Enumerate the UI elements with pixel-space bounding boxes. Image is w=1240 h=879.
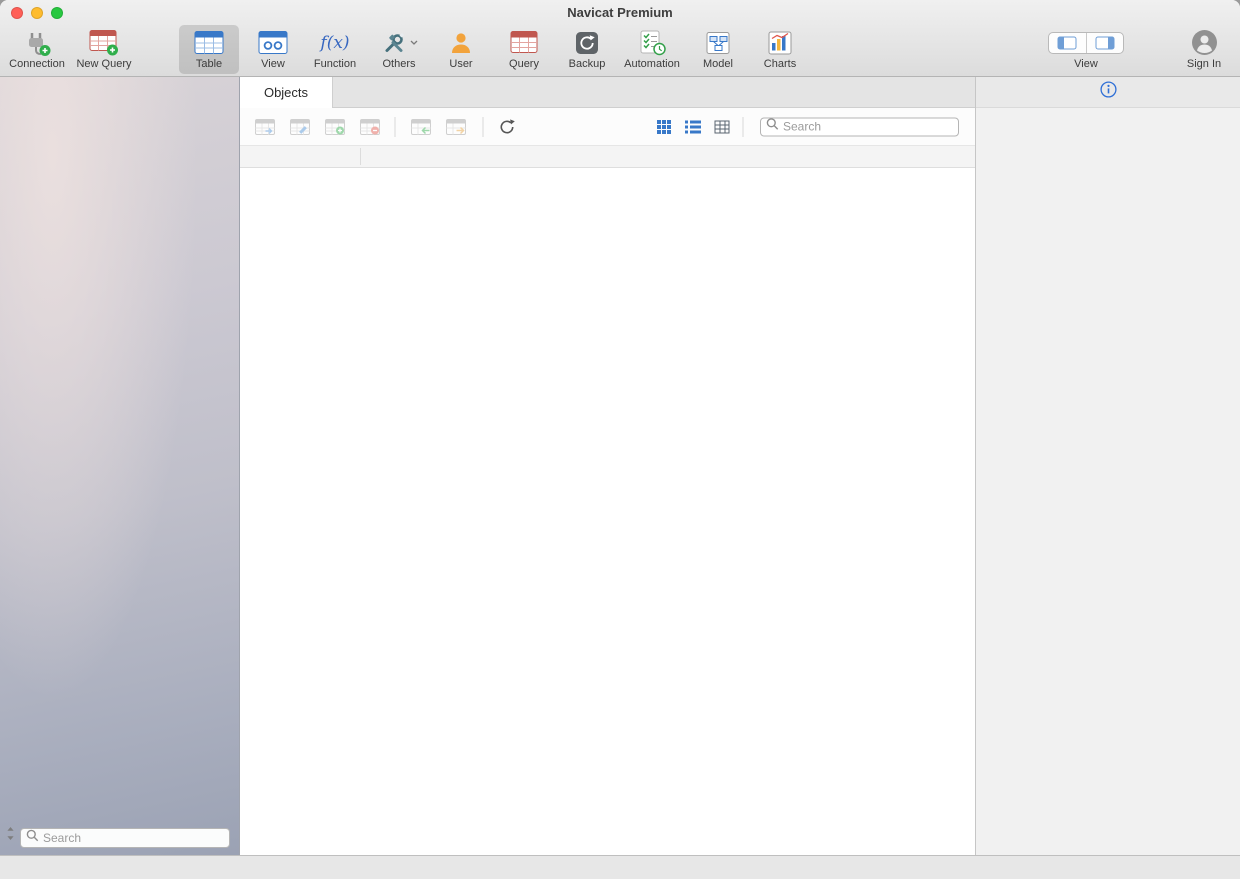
toolbar-item-new-query[interactable]: New Query (71, 25, 137, 74)
view-segmented-control (1048, 31, 1124, 54)
toolbar-item-charts[interactable]: Charts (752, 25, 808, 74)
design-table-icon (290, 118, 310, 135)
icon-view-button[interactable] (657, 119, 671, 134)
objects-search (760, 117, 959, 136)
export-wizard-icon (446, 118, 466, 135)
toolbar-item-backup[interactable]: Backup (559, 25, 615, 74)
column-divider (360, 148, 361, 165)
connection-icon (22, 28, 52, 57)
toolbar-item-label: Connection (9, 58, 65, 70)
chevron-down-icon (410, 40, 417, 45)
navicat-window: Navicat Premium Connection New Query Tab… (0, 0, 1240, 879)
sign-in-button[interactable]: Sign In (1176, 25, 1232, 74)
toggle-left-pane-button[interactable] (1049, 33, 1086, 53)
open-table-icon (255, 118, 275, 135)
toolbar-item-label: New Query (76, 58, 132, 70)
list-view-icon (685, 120, 701, 133)
toolbar-item-label: Model (703, 58, 733, 70)
view-group-label: View (1074, 58, 1098, 70)
toolbar-item-others[interactable]: Others (369, 25, 429, 74)
toolbar-item-label: Table (195, 58, 223, 70)
toolbar-view-group: View (1044, 25, 1128, 74)
right-pane-icon (1095, 36, 1115, 49)
detail-view-icon (714, 120, 730, 133)
information-panel (975, 77, 1240, 855)
toolbar-separator (742, 116, 744, 137)
objects-list-content (240, 168, 975, 855)
toolbar-separator (482, 116, 484, 137)
sidebar-search (20, 828, 230, 848)
sidebar-search-input[interactable] (20, 828, 230, 848)
automation-icon (638, 28, 666, 57)
tab-objects[interactable]: Objects (240, 77, 333, 108)
toolbar-item-label: Query (509, 58, 539, 70)
delete-table-button[interactable] (360, 118, 381, 135)
window-chrome: Navicat Premium Connection New Query Tab… (0, 0, 1240, 77)
refresh-icon (500, 118, 515, 133)
info-icon[interactable] (1099, 81, 1117, 103)
search-icon (26, 829, 39, 847)
status-bar (0, 855, 1240, 879)
toolbar-item-model[interactable]: Model (692, 25, 744, 74)
tools-icon (381, 28, 418, 57)
toolbar-item-label: Backup (568, 58, 606, 70)
toolbar-item-label: Charts (763, 58, 797, 70)
tab-bar: Objects (240, 77, 975, 108)
list-view-button[interactable] (685, 120, 701, 133)
titlebar: Navicat Premium (0, 0, 1240, 24)
toolbar-item-user[interactable]: User (435, 25, 487, 74)
delete-table-icon (360, 118, 380, 135)
toolbar-separator (394, 116, 396, 137)
toolbar-item-label: View (261, 58, 285, 70)
main-area: Objects (240, 77, 975, 855)
toggle-right-pane-button[interactable] (1085, 32, 1124, 53)
charts-icon (767, 28, 793, 57)
grid-view-icon (657, 119, 671, 134)
toolbar-item-label: Automation (624, 58, 680, 70)
view-icon (258, 28, 288, 57)
function-icon: f(x) (320, 32, 350, 53)
query-icon (510, 28, 538, 57)
table-icon (194, 28, 224, 57)
objects-list-header (240, 145, 975, 168)
open-table-button[interactable] (255, 118, 276, 135)
objects-search-input[interactable] (760, 117, 959, 136)
objects-toolbar (240, 108, 975, 145)
toolbar-item-table[interactable]: Table (179, 25, 239, 74)
sign-in-icon (1191, 28, 1218, 57)
toolbar-item-view[interactable]: View (245, 25, 301, 74)
toolbar-item-connection[interactable]: Connection (5, 25, 69, 74)
toolbar-item-query[interactable]: Query (498, 25, 550, 74)
new-table-button[interactable] (325, 118, 346, 135)
toolbar-item-label: Others (382, 58, 416, 70)
toolbar-item-automation[interactable]: Automation (616, 25, 688, 74)
tab-label: Objects (263, 85, 309, 100)
design-table-button[interactable] (290, 118, 311, 135)
user-icon (448, 28, 474, 57)
backup-icon (574, 28, 600, 57)
information-panel-header (976, 77, 1240, 108)
window-title: Navicat Premium (567, 5, 673, 20)
toolbar-item-label: Sign In (1186, 58, 1222, 70)
model-icon (705, 28, 731, 57)
left-pane-icon (1057, 36, 1077, 49)
toolbar-item-label: Function (313, 58, 357, 70)
detail-view-button[interactable] (714, 120, 730, 133)
toolbar-item-function[interactable]: f(x) Function (305, 25, 365, 74)
toolbar-item-label: User (449, 58, 473, 70)
search-icon (766, 117, 779, 135)
connections-sidebar (0, 77, 240, 855)
connection-toggle-icon[interactable] (5, 826, 16, 846)
import-wizard-button[interactable] (411, 118, 432, 135)
new-query-icon (89, 28, 119, 57)
new-table-icon (325, 118, 345, 135)
import-wizard-icon (411, 118, 431, 135)
refresh-button[interactable] (499, 118, 516, 135)
export-wizard-button[interactable] (446, 118, 467, 135)
